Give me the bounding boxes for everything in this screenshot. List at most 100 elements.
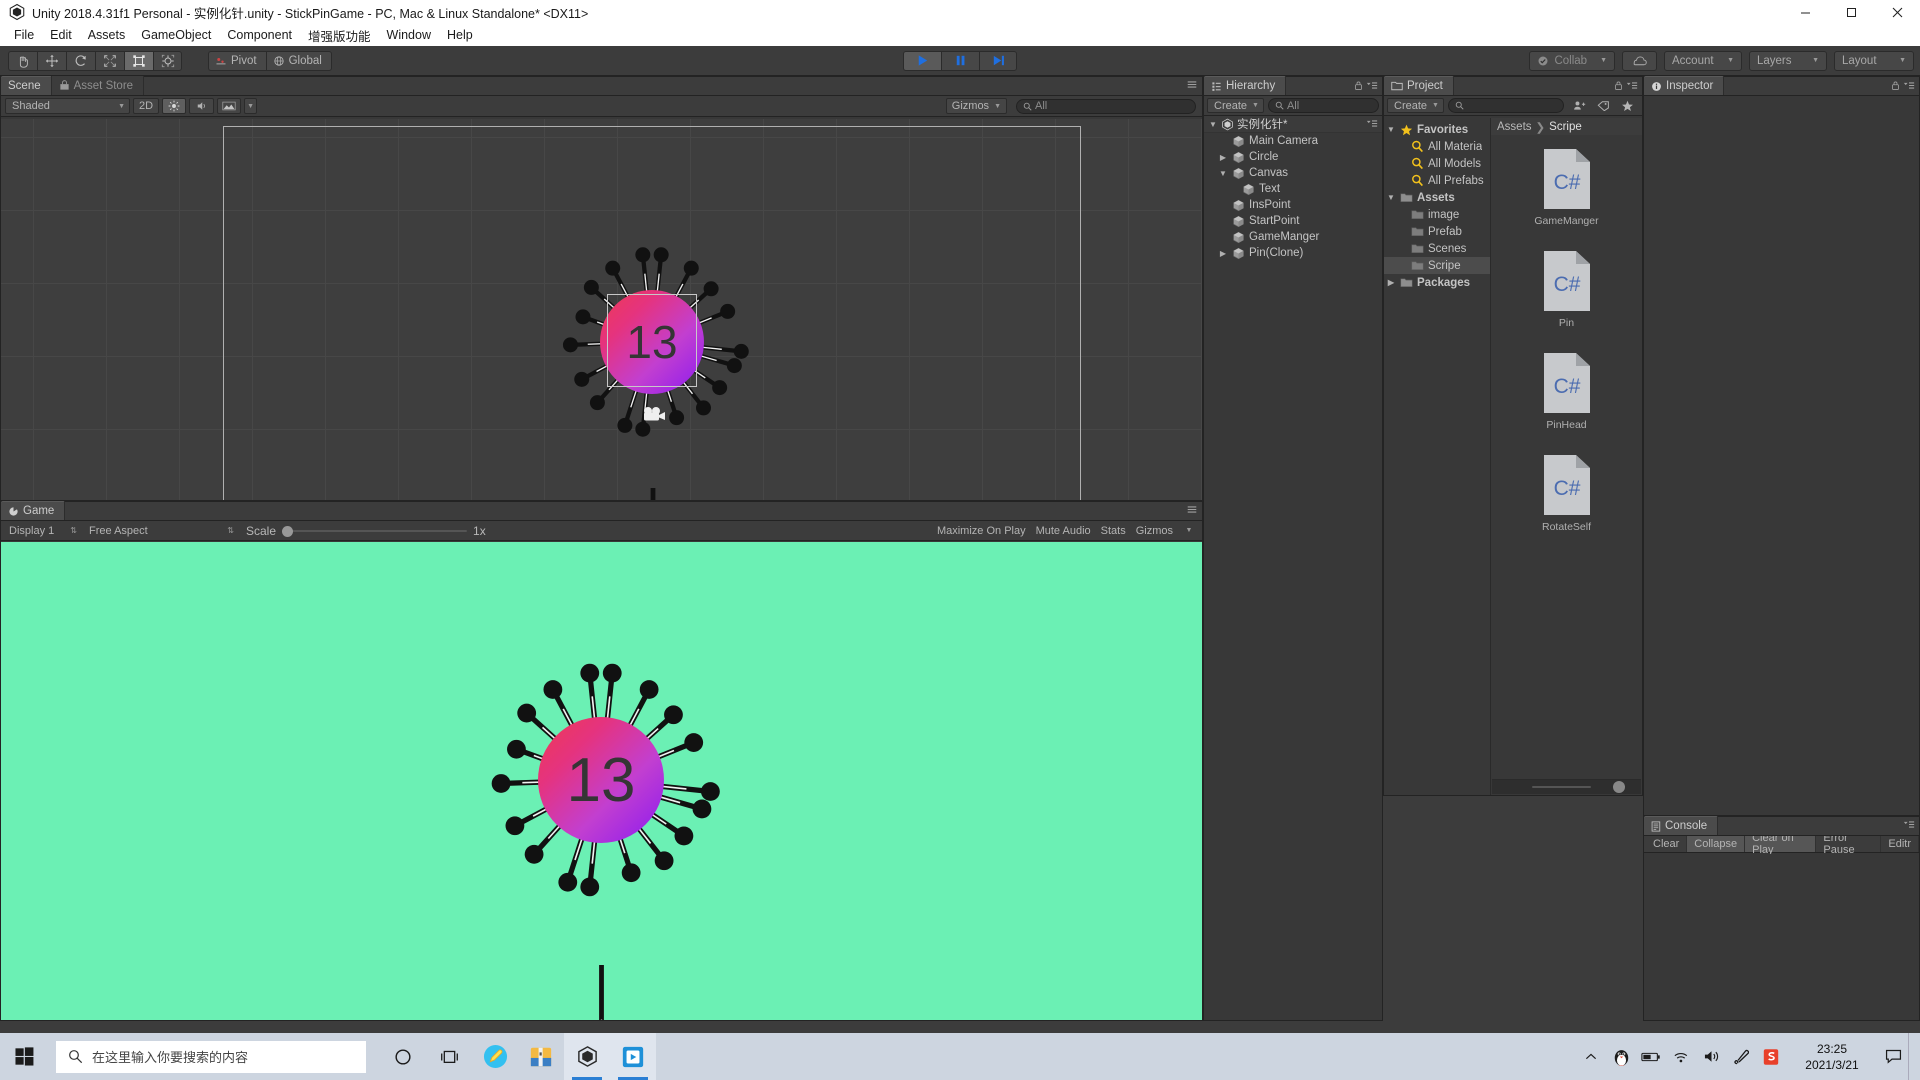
task-view-button[interactable] bbox=[426, 1033, 472, 1080]
mute-audio-button[interactable]: Mute Audio bbox=[1031, 521, 1096, 540]
project-tree-item-all-models[interactable]: All Models bbox=[1384, 155, 1490, 172]
expand-arrow-icon[interactable]: ▶ bbox=[1218, 249, 1228, 258]
menu-item-file[interactable]: File bbox=[6, 26, 42, 44]
menu-item-edit[interactable]: Edit bbox=[42, 26, 80, 44]
game-tab-tools[interactable] bbox=[1186, 505, 1198, 514]
close-button[interactable] bbox=[1874, 0, 1920, 24]
tab-inspector[interactable]: Inspector bbox=[1644, 76, 1725, 95]
tab-asset-store[interactable]: Asset Store bbox=[51, 76, 145, 95]
show-desktop-button[interactable] bbox=[1908, 1033, 1920, 1080]
maximize-on-play-button[interactable]: Maximize On Play bbox=[932, 521, 1031, 540]
video-editor-button[interactable] bbox=[610, 1033, 656, 1080]
rotate-tool-button[interactable] bbox=[66, 50, 95, 71]
scene-gizmos-button[interactable]: Gizmos ▼ bbox=[945, 98, 1007, 114]
paint-3d-button[interactable] bbox=[472, 1033, 518, 1080]
game-gizmos-dropdown[interactable]: ▼ bbox=[1178, 521, 1200, 540]
project-search-input[interactable] bbox=[1447, 98, 1564, 113]
menu-item-component[interactable]: Component bbox=[219, 26, 300, 44]
scale-tool-button[interactable] bbox=[95, 50, 124, 71]
project-tab-tools[interactable] bbox=[1614, 80, 1638, 91]
hierarchy-item-text[interactable]: Text bbox=[1204, 181, 1382, 197]
hierarchy-item-startpoint[interactable]: StartPoint bbox=[1204, 213, 1382, 229]
project-tree-item-image[interactable]: image bbox=[1384, 206, 1490, 223]
hierarchy-search-input[interactable]: All bbox=[1267, 98, 1379, 113]
hierarchy-item-main-camera[interactable]: Main Camera bbox=[1204, 133, 1382, 149]
hierarchy-item-pin-clone[interactable]: ▶ Pin(Clone) bbox=[1204, 245, 1382, 261]
project-tree-item-all-materia[interactable]: All Materia bbox=[1384, 138, 1490, 155]
layers-button[interactable]: Layers ▼ bbox=[1749, 50, 1827, 71]
project-tree-item-packages[interactable]: ▶ Packages bbox=[1384, 274, 1490, 291]
scene-expand-arrow-icon[interactable]: ▼ bbox=[1208, 120, 1218, 129]
project-tree-item-scenes[interactable]: Scenes bbox=[1384, 240, 1490, 257]
expand-arrow-icon[interactable]: ▶ bbox=[1218, 153, 1228, 162]
collapse-arrow-icon[interactable]: ▼ bbox=[1386, 125, 1396, 134]
scale-slider[interactable] bbox=[282, 525, 468, 537]
toggle-2d-button[interactable]: 2D bbox=[133, 98, 160, 114]
zoom-slider-knob[interactable] bbox=[1613, 781, 1625, 793]
start-button[interactable] bbox=[0, 1033, 48, 1080]
menu-item-help[interactable]: Help bbox=[439, 26, 481, 44]
aspect-dropdown[interactable]: Free Aspect ⇅ bbox=[83, 523, 238, 539]
breadcrumb-current[interactable]: Scripe bbox=[1549, 121, 1582, 133]
taskbar-clock[interactable]: 23:25 2021/3/21 bbox=[1786, 1041, 1878, 1073]
hierarchy-tab-tools[interactable] bbox=[1354, 80, 1378, 91]
project-create-button[interactable]: Create ▼ bbox=[1387, 98, 1444, 113]
game-viewport[interactable]: 13 bbox=[1, 542, 1202, 1020]
console-clear-button[interactable]: Clear bbox=[1646, 836, 1688, 852]
stats-button[interactable]: Stats bbox=[1096, 521, 1131, 540]
collapse-arrow-icon[interactable]: ▼ bbox=[1218, 169, 1228, 178]
minimize-button[interactable] bbox=[1782, 0, 1828, 24]
hierarchy-scene-menu[interactable] bbox=[1366, 119, 1378, 128]
inspector-tab-tools[interactable] bbox=[1891, 80, 1915, 91]
action-center-button[interactable] bbox=[1878, 1033, 1908, 1080]
scene-viewport[interactable]: 13 bbox=[1, 119, 1202, 500]
hierarchy-item-gamemanger[interactable]: GameManger bbox=[1204, 229, 1382, 245]
scene-fx-dropdown[interactable]: ▼ bbox=[244, 98, 257, 114]
console-error-pause-button[interactable]: Error Pause bbox=[1816, 832, 1882, 856]
hierarchy-item-inspoint[interactable]: InsPoint bbox=[1204, 197, 1382, 213]
project-assets-pane[interactable]: Assets ❯ Scripe C# GameManger C# Pin C# bbox=[1491, 118, 1642, 795]
scene-tab-tools[interactable] bbox=[1186, 80, 1198, 89]
game-gizmos-button[interactable]: Gizmos bbox=[1131, 521, 1178, 540]
menu-item-gameobject[interactable]: GameObject bbox=[133, 26, 219, 44]
tab-hierarchy[interactable]: Hierarchy bbox=[1204, 76, 1287, 95]
shading-mode-dropdown[interactable]: Shaded ▼ bbox=[5, 98, 130, 114]
menu-item-enhanced[interactable]: 增强版功能 bbox=[300, 24, 379, 47]
display-dropdown[interactable]: Display 1 ⇅ bbox=[3, 523, 81, 539]
maximize-button[interactable] bbox=[1828, 0, 1874, 24]
console-tab-tools[interactable] bbox=[1903, 820, 1915, 829]
hierarchy-scene-row[interactable]: ▼ 实例化针* bbox=[1204, 116, 1382, 133]
move-tool-button[interactable] bbox=[37, 50, 66, 71]
scene-fx-button[interactable] bbox=[217, 98, 242, 114]
volume-button[interactable] bbox=[1696, 1033, 1726, 1080]
pause-button[interactable] bbox=[941, 50, 979, 71]
cloud-button[interactable] bbox=[1622, 50, 1657, 71]
project-tree-item-favorites[interactable]: ▼ Favorites bbox=[1384, 121, 1490, 138]
scene-lighting-button[interactable] bbox=[162, 98, 187, 114]
cortana-button[interactable] bbox=[380, 1033, 426, 1080]
transform-tool-button[interactable] bbox=[153, 50, 182, 71]
scene-search-input[interactable]: All bbox=[1016, 98, 1196, 114]
hand-tool-button[interactable] bbox=[8, 50, 37, 71]
filter-by-label-button[interactable] bbox=[1592, 98, 1615, 114]
tab-project[interactable]: Project bbox=[1384, 76, 1454, 95]
collapse-arrow-icon[interactable]: ▼ bbox=[1386, 193, 1396, 202]
menu-item-assets[interactable]: Assets bbox=[80, 26, 134, 44]
collab-button[interactable]: Collab ▼ bbox=[1529, 50, 1615, 71]
sogou-ime-button[interactable] bbox=[1756, 1033, 1786, 1080]
asset-item[interactable]: C# RotateSelf bbox=[1491, 454, 1642, 533]
global-toggle[interactable]: Global bbox=[265, 50, 332, 71]
qq-tray-button[interactable] bbox=[1606, 1033, 1636, 1080]
hierarchy-item-circle[interactable]: ▶ Circle bbox=[1204, 149, 1382, 165]
tab-game[interactable]: Game bbox=[1, 501, 66, 520]
play-button[interactable] bbox=[903, 50, 941, 71]
project-zoom-slider[interactable] bbox=[1492, 779, 1641, 794]
pen-tool-button[interactable] bbox=[1726, 1033, 1756, 1080]
pivot-toggle[interactable]: Pivot bbox=[208, 50, 266, 71]
winrar-button[interactable] bbox=[518, 1033, 564, 1080]
console-log-area[interactable] bbox=[1644, 854, 1919, 1020]
hierarchy-item-canvas[interactable]: ▼ Canvas bbox=[1204, 165, 1382, 181]
favorites-star-button[interactable] bbox=[1616, 98, 1639, 114]
project-tree-item-prefab[interactable]: Prefab bbox=[1384, 223, 1490, 240]
tab-console[interactable]: Console bbox=[1644, 816, 1719, 835]
